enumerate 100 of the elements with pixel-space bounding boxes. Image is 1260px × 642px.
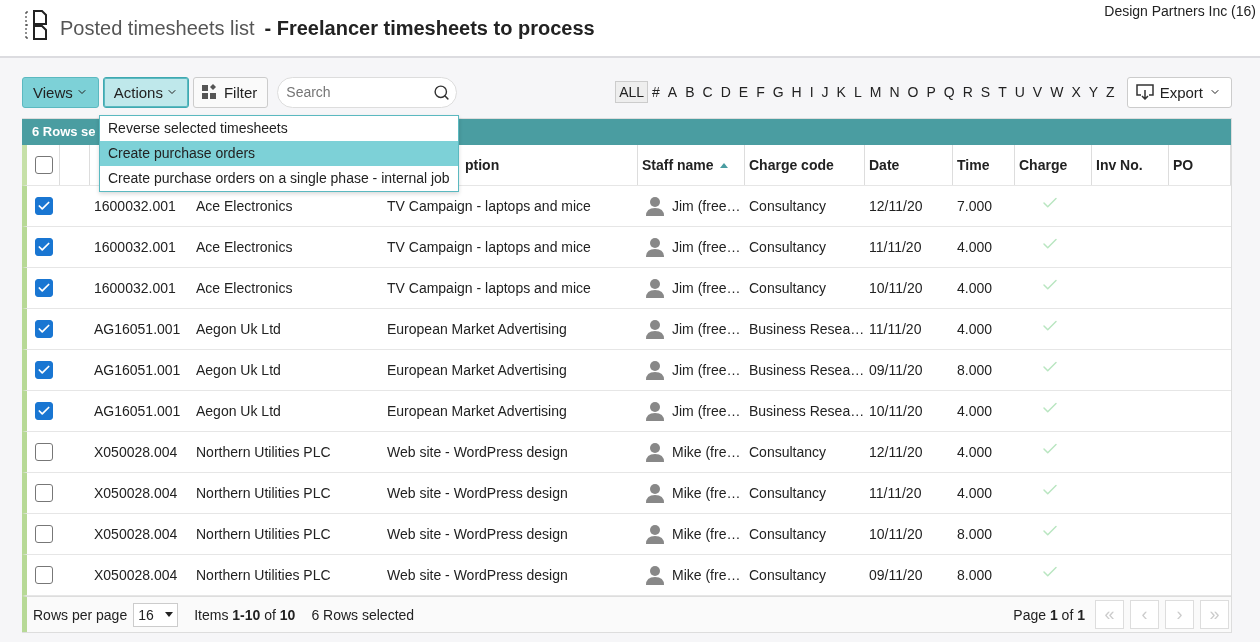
- letter-filter[interactable]: R: [958, 81, 977, 103]
- staff-cell: Jim (free…: [672, 362, 741, 378]
- date-cell: 09/11/20: [869, 567, 923, 583]
- letter-filter[interactable]: O: [903, 81, 923, 103]
- page-subtitle: - Freelancer timesheets to process: [264, 17, 595, 40]
- checkmark-icon: [37, 199, 51, 213]
- row-checkbox[interactable]: [35, 361, 53, 379]
- row-checkbox[interactable]: [35, 443, 53, 461]
- letter-filter[interactable]: K: [832, 81, 850, 103]
- column-header[interactable]: Staff name: [642, 157, 714, 173]
- letter-filter[interactable]: P: [922, 81, 940, 103]
- client-cell: Northern Utilities PLC: [196, 567, 331, 583]
- column-header[interactable]: Date: [869, 157, 900, 173]
- date-cell: 10/11/20: [869, 280, 923, 296]
- letter-filter[interactable]: M: [865, 81, 886, 103]
- menu-item[interactable]: Create purchase orders: [100, 141, 458, 166]
- letter-filter[interactable]: L: [849, 81, 866, 103]
- time-cell: 4.000: [957, 403, 993, 419]
- letter-filter[interactable]: U: [1010, 81, 1029, 103]
- letter-filter[interactable]: #: [648, 81, 664, 103]
- job-cell: AG16051.001: [94, 321, 181, 337]
- time-cell: 8.000: [957, 526, 993, 542]
- letter-filter[interactable]: Y: [1084, 81, 1103, 103]
- row-checkbox[interactable]: [35, 525, 53, 543]
- letter-filter[interactable]: C: [698, 81, 717, 103]
- person-icon: [646, 278, 664, 298]
- staff-cell: Jim (free…: [672, 321, 741, 337]
- description-cell: Web site - WordPress design: [387, 526, 568, 542]
- column-header[interactable]: Inv No.: [1096, 157, 1143, 173]
- date-cell: 12/11/20: [869, 198, 923, 214]
- caret-icon: [165, 612, 174, 617]
- charge-code-cell: Business Resea…: [749, 403, 865, 419]
- row-checkbox[interactable]: [35, 320, 53, 338]
- staff-cell: Jim (free…: [672, 280, 741, 296]
- date-cell: 11/11/20: [869, 239, 922, 255]
- export-icon: [1135, 84, 1154, 100]
- description-cell: Web site - WordPress design: [387, 567, 568, 583]
- row-checkbox[interactable]: [35, 197, 53, 215]
- letter-filter[interactable]: Q: [939, 81, 959, 103]
- staff-cell: Mike (fre…: [672, 485, 741, 501]
- select-all-checkbox[interactable]: [35, 156, 53, 174]
- person-icon: [646, 524, 664, 544]
- items-count: Items 1-10 of 10: [194, 606, 296, 623]
- column-header[interactable]: Charge code: [749, 157, 834, 173]
- client-cell: Ace Electronics: [196, 280, 293, 296]
- filter-icon: [201, 84, 218, 100]
- charge-code-cell: Consultancy: [749, 444, 827, 460]
- client-cell: Aegon Uk Ltd: [196, 403, 281, 419]
- letter-filter[interactable]: B: [681, 81, 699, 103]
- letter-filter[interactable]: W: [1046, 81, 1068, 103]
- letter-filter[interactable]: E: [734, 81, 753, 103]
- column-header[interactable]: PO: [1173, 157, 1194, 173]
- letter-filter[interactable]: D: [716, 81, 735, 103]
- actions-button[interactable]: Actions: [102, 76, 189, 108]
- letter-filter[interactable]: G: [768, 81, 788, 103]
- column-header[interactable]: ption: [465, 157, 500, 173]
- search-field[interactable]: Search: [277, 76, 458, 108]
- person-icon: [646, 237, 664, 257]
- time-cell: 4.000: [957, 321, 993, 337]
- letter-filter[interactable]: V: [1028, 81, 1047, 103]
- export-button[interactable]: Export: [1126, 76, 1232, 108]
- menu-item[interactable]: Reverse selected timesheets: [100, 116, 458, 141]
- letter-filter[interactable]: ALL: [615, 81, 649, 103]
- description-cell: TV Campaign - laptops and mice: [387, 280, 591, 296]
- description-cell: European Market Advertising: [387, 321, 567, 337]
- letter-filter[interactable]: T: [994, 81, 1011, 103]
- letter-filter[interactable]: Z: [1102, 81, 1119, 103]
- menu-item[interactable]: Create purchase orders on a single phase - internal job: [100, 166, 458, 191]
- job-cell: X050028.004: [94, 567, 178, 583]
- charge-code-cell: Business Resea…: [749, 362, 865, 378]
- person-icon: [646, 565, 664, 585]
- row-checkbox[interactable]: [35, 279, 53, 297]
- rows-per-page-label: Rows per page: [33, 606, 128, 623]
- charge-code-cell: Business Resea…: [749, 321, 865, 337]
- rows-per-page-select[interactable]: 16: [133, 602, 179, 627]
- date-cell: 11/11/20: [869, 321, 922, 337]
- row-checkbox[interactable]: [35, 566, 53, 584]
- column-header[interactable]: Charge: [1019, 157, 1068, 173]
- letter-filter[interactable]: A: [663, 81, 682, 103]
- row-checkbox[interactable]: [35, 402, 53, 420]
- views-button[interactable]: Views: [22, 76, 99, 108]
- checkmark-icon: [37, 240, 51, 254]
- staff-cell: Jim (free…: [672, 239, 741, 255]
- letter-filter[interactable]: F: [752, 81, 769, 103]
- letter-filter[interactable]: X: [1067, 81, 1085, 103]
- letter-filter[interactable]: H: [787, 81, 806, 103]
- letter-filter[interactable]: S: [976, 81, 995, 103]
- letter-filter[interactable]: J: [817, 81, 833, 103]
- charge-code-cell: Consultancy: [749, 526, 827, 542]
- letter-filter[interactable]: I: [805, 81, 818, 103]
- staff-cell: Mike (fre…: [672, 567, 741, 583]
- client-cell: Aegon Uk Ltd: [196, 362, 281, 378]
- staff-cell: Mike (fre…: [672, 444, 741, 460]
- column-header[interactable]: Time: [957, 157, 990, 173]
- letter-filter[interactable]: N: [885, 81, 904, 103]
- description-cell: TV Campaign - laptops and mice: [387, 198, 591, 214]
- row-checkbox[interactable]: [35, 484, 53, 502]
- filter-button[interactable]: Filter: [192, 76, 269, 108]
- job-cell: 1600032.001: [94, 239, 176, 255]
- row-checkbox[interactable]: [35, 238, 53, 256]
